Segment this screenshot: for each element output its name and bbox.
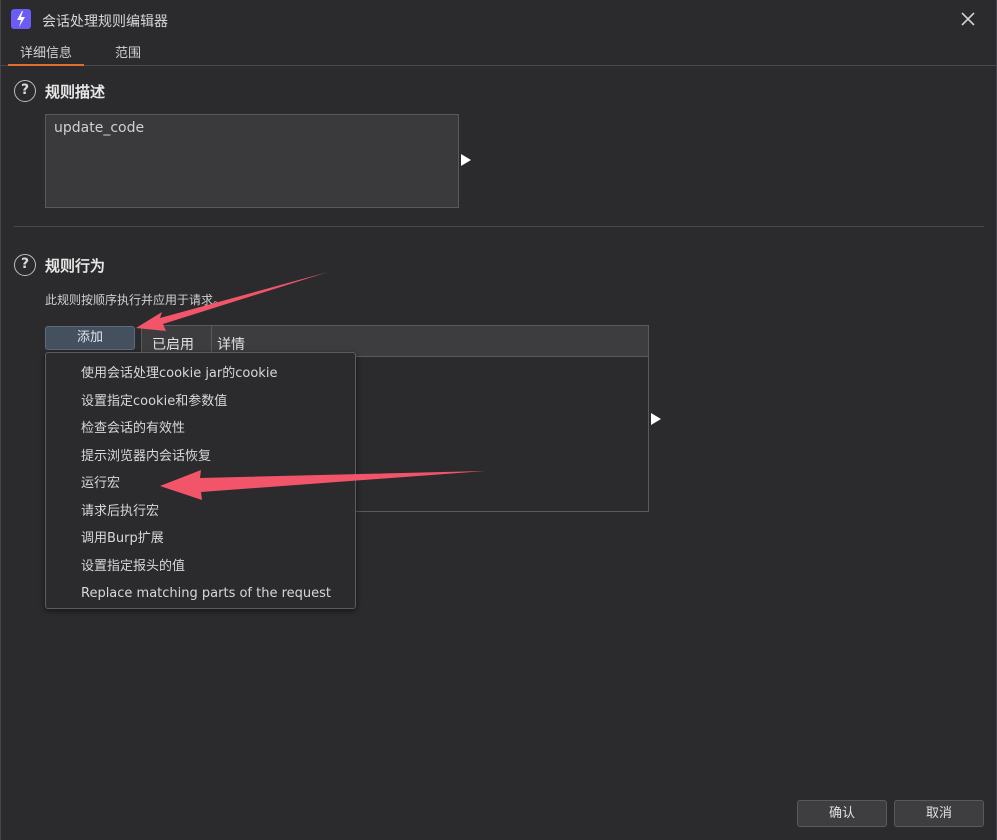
rule-description-input[interactable]: update_code (45, 114, 459, 208)
window-title: 会话处理规则编辑器 (42, 14, 168, 30)
behavior-section-header: ? 规则行为 (14, 254, 105, 276)
add-button[interactable]: 添加 (45, 326, 135, 350)
add-action-menu: 使用会话处理cookie jar的cookie 设置指定cookie和参数值 检… (45, 352, 356, 609)
menu-item-invoke-extension[interactable]: 调用Burp扩展 (46, 525, 355, 553)
menu-item-prompt-session-recovery[interactable]: 提示浏览器内会话恢复 (46, 443, 355, 471)
menu-item-replace-matching[interactable]: Replace matching parts of the request (46, 580, 355, 608)
column-enabled[interactable]: 已启用 (152, 334, 194, 354)
burp-app-icon (11, 9, 31, 29)
title-bar: 会话处理规则编辑器 (0, 0, 997, 38)
behavior-description: 此规则按顺序执行并应用于请求。 (45, 293, 226, 307)
tab-scope[interactable]: 范围 (104, 42, 152, 66)
close-icon[interactable] (956, 8, 980, 30)
cancel-button[interactable]: 取消 (894, 800, 984, 827)
expand-arrow-icon[interactable] (461, 154, 471, 166)
menu-item-post-request-macro[interactable]: 请求后执行宏 (46, 498, 355, 526)
expand-arrow-icon[interactable] (651, 413, 661, 425)
ok-button[interactable]: 确认 (797, 800, 887, 827)
window-border-left (0, 0, 1, 840)
description-section-header: ? 规则描述 (14, 80, 105, 102)
menu-item-set-cookie-param[interactable]: 设置指定cookie和参数值 (46, 388, 355, 416)
column-details[interactable]: 详情 (217, 334, 245, 354)
behavior-section-title: 规则行为 (45, 256, 106, 275)
help-icon[interactable]: ? (14, 80, 36, 102)
help-icon[interactable]: ? (14, 254, 36, 276)
menu-item-use-cookie-jar[interactable]: 使用会话处理cookie jar的cookie (46, 360, 355, 388)
section-divider (14, 226, 984, 227)
menu-item-check-session[interactable]: 检查会话的有效性 (46, 415, 355, 443)
menu-item-run-macro[interactable]: 运行宏 (46, 470, 355, 498)
tab-details[interactable]: 详细信息 (8, 42, 84, 66)
tab-bar: 详细信息 范围 (0, 38, 997, 66)
menu-item-set-header[interactable]: 设置指定报头的值 (46, 553, 355, 581)
description-section-title: 规则描述 (45, 82, 106, 101)
